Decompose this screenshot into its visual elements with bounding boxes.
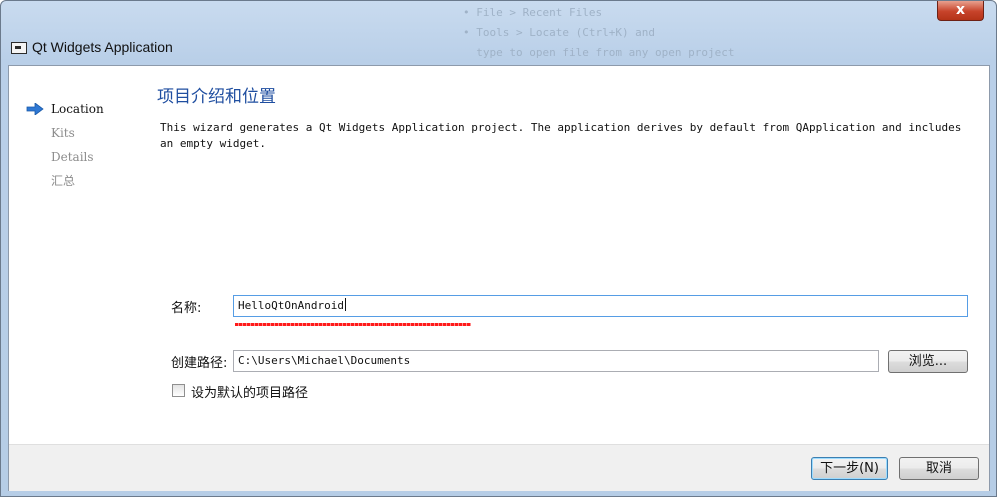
path-input[interactable]: C:\Users\Michael\Documents bbox=[233, 350, 879, 372]
page-title: 项目介绍和位置 bbox=[157, 87, 276, 107]
current-step-arrow-icon bbox=[26, 103, 44, 115]
wizard-footer: 下一步(N) 取消 bbox=[9, 444, 989, 491]
nav-step-details: Details bbox=[26, 148, 146, 172]
nav-step-label: Location bbox=[51, 102, 104, 116]
cancel-button[interactable]: 取消 bbox=[899, 457, 979, 480]
wizard-window: • File > Recent Files • Tools > Locate (… bbox=[0, 0, 997, 497]
title-bar[interactable]: • File > Recent Files • Tools > Locate (… bbox=[1, 1, 996, 65]
spell-check-underline bbox=[235, 323, 471, 326]
application-icon bbox=[11, 42, 27, 54]
name-label: 名称: bbox=[171, 301, 202, 316]
nav-step-label: Kits bbox=[51, 126, 75, 140]
default-path-label: 设为默认的项目路径 bbox=[191, 386, 309, 401]
window-title: Qt Widgets Application bbox=[32, 39, 173, 55]
name-input-value: HelloQtOnAndroid bbox=[238, 299, 344, 312]
close-button[interactable]: x bbox=[937, 1, 984, 21]
nav-step-kits: Kits bbox=[26, 124, 146, 148]
browse-button[interactable]: 浏览... bbox=[888, 350, 968, 373]
background-window-text: • File > Recent Files • Tools > Locate (… bbox=[463, 6, 735, 59]
nav-step-label: 汇总 bbox=[51, 174, 76, 188]
text-caret bbox=[344, 298, 346, 311]
nav-step-location: Location bbox=[26, 100, 146, 124]
wizard-steps-nav: Location Kits Details 汇总 bbox=[26, 100, 146, 196]
wizard-content: Location Kits Details 汇总 项目介绍和位置 This wi… bbox=[8, 65, 990, 491]
name-input[interactable]: HelloQtOnAndroid bbox=[233, 295, 968, 317]
nav-step-label: Details bbox=[51, 150, 94, 164]
default-path-checkbox[interactable] bbox=[172, 384, 185, 397]
page-description: This wizard generates a Qt Widgets Appli… bbox=[160, 121, 962, 150]
path-label: 创建路径: bbox=[171, 356, 228, 371]
next-button[interactable]: 下一步(N) bbox=[811, 457, 888, 480]
nav-step-summary: 汇总 bbox=[26, 172, 146, 196]
